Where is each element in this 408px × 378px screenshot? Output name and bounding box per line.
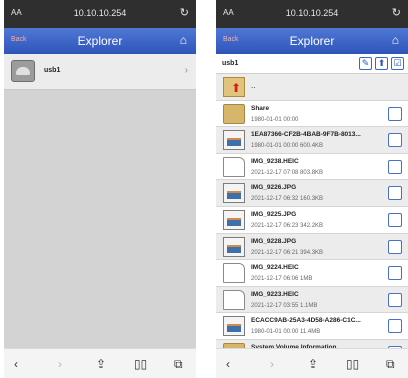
bookmarks-icon[interactable]: ▯▯ [346, 357, 359, 371]
file-meta: 2021-12-17 07:08 803.8KB [251, 169, 324, 176]
left-screen: AA 10.10.10.254 ↻ Back Explorer ⌂ usb1 ›… [4, 0, 196, 378]
parent-folder-label: .. [251, 81, 256, 90]
drive-item-usb1[interactable]: usb1 › [4, 54, 196, 90]
wrench-icon[interactable]: ✎ [359, 57, 372, 70]
right-screen: AA 10.10.10.254 ↻ Back Explorer ⌂ usb1 ✎… [216, 0, 408, 378]
share-icon[interactable]: ⇪ [96, 357, 106, 371]
parent-folder-icon: ⬆ [223, 77, 245, 97]
url-text[interactable]: 10.10.10.254 [4, 8, 196, 18]
select-checkbox[interactable] [388, 133, 402, 148]
file-meta: 2021-12-17 06:23 342.2KB [251, 222, 324, 229]
browser-address-bar[interactable]: AA 10.10.10.254 ↻ [216, 0, 408, 28]
url-text[interactable]: 10.10.10.254 [216, 8, 408, 18]
select-checkbox[interactable] [388, 292, 402, 307]
image-file-icon [223, 209, 245, 230]
file-icon [223, 289, 245, 310]
forward-arrow-icon[interactable]: › [58, 357, 62, 371]
current-path: usb1 [222, 60, 239, 67]
drive-label: usb1 [44, 67, 61, 74]
file-name: ECACC9AB-25A3-4D58-A286-C1C... [251, 317, 361, 325]
reload-icon[interactable]: ↻ [180, 6, 189, 19]
file-meta: 2021-12-17 03:55 1.1MB [251, 302, 318, 309]
image-file-icon [223, 316, 245, 337]
file-meta: 1980-01-01 00:00 [251, 116, 299, 123]
file-icon [223, 263, 245, 284]
forward-arrow-icon[interactable]: › [270, 357, 274, 371]
home-icon[interactable]: ⌂ [392, 33, 399, 47]
upload-icon[interactable]: ⬆ [375, 57, 388, 70]
file-name: IMG_9226.JPG [251, 184, 297, 192]
file-row[interactable]: IMG_9226.JPG 2021-12-17 06:32 160.3KB [216, 180, 408, 207]
share-icon[interactable]: ⇪ [308, 357, 318, 371]
edit-icon[interactable]: ☑ [391, 57, 404, 70]
file-meta: 1980-01-01 00:00 11.4MB [251, 329, 321, 336]
file-name: Share [251, 104, 270, 112]
select-checkbox[interactable] [388, 266, 402, 281]
page-title: Explorer [289, 34, 335, 48]
home-icon[interactable]: ⌂ [180, 33, 187, 47]
reload-icon[interactable]: ↻ [392, 6, 401, 19]
file-meta: 2021-12-17 06:21 394.3KB [251, 249, 324, 256]
bookmarks-icon[interactable]: ▯▯ [134, 357, 147, 371]
file-row[interactable]: IMG_9238.HEIC 2021-12-17 07:08 803.8KB [216, 153, 408, 181]
file-list: ⬆ .. Share 1980-01-01 00:00 1EA87366-CF2B-… [216, 74, 408, 367]
file-row[interactable]: Share 1980-01-01 00:00 [216, 100, 408, 128]
browser-toolbar: ‹ › ⇪ ▯▯ ⧉ [4, 348, 196, 378]
file-row[interactable]: IMG_9223.HEIC 2021-12-17 03:55 1.1MB [216, 286, 408, 314]
browser-address-bar[interactable]: AA 10.10.10.254 ↻ [4, 0, 196, 28]
file-row[interactable]: 1EA87366-CF2B-4BAB-9F7B-8013... 1980-01-0… [216, 127, 408, 154]
back-arrow-icon[interactable]: ‹ [226, 357, 230, 371]
file-meta: 1980-01-01 00:00 600.4KB [251, 143, 324, 150]
select-checkbox[interactable] [388, 212, 402, 227]
file-tools: ✎ ⬆ ☑ [356, 57, 404, 70]
file-icon [223, 156, 245, 177]
explorer-header: Back Explorer ⌂ [4, 28, 196, 54]
page-title: Explorer [77, 34, 123, 48]
file-row[interactable]: IMG_9228.JPG 2021-12-17 06:21 394.3KB [216, 233, 408, 261]
file-name: IMG_9228.JPG [251, 237, 297, 245]
file-row[interactable]: ECACC9AB-25A3-4D58-A286-C1C... 1980-01-01… [216, 313, 408, 340]
file-row[interactable]: IMG_9225.JPG 2021-12-17 06:23 342.2KB [216, 206, 408, 234]
tabs-icon[interactable]: ⧉ [174, 357, 183, 372]
file-meta: 2021-12-17 06:06 1MB [251, 276, 313, 283]
select-checkbox[interactable] [388, 239, 402, 254]
select-checkbox[interactable] [388, 186, 402, 201]
explorer-header: Back Explorer ⌂ [216, 28, 408, 54]
tabs-icon[interactable]: ⧉ [386, 357, 395, 372]
usb-drive-icon [11, 60, 35, 82]
chevron-right-icon: › [184, 65, 188, 76]
path-bar: usb1 ✎ ⬆ ☑ [216, 54, 408, 74]
back-arrow-icon[interactable]: ‹ [14, 357, 18, 371]
browser-toolbar: ‹ › ⇪ ▯▯ ⧉ [216, 348, 408, 378]
select-checkbox[interactable] [388, 106, 402, 121]
image-file-icon [223, 183, 245, 204]
image-file-icon [223, 236, 245, 257]
file-meta: 2021-12-17 06:32 160.3KB [251, 196, 324, 203]
file-name: IMG_9238.HEIC [251, 157, 299, 165]
drive-list: usb1 › [4, 54, 196, 348]
select-checkbox[interactable] [388, 319, 402, 334]
file-row[interactable]: IMG_9224.HEIC 2021-12-17 06:06 1MB [216, 260, 408, 287]
parent-folder-row[interactable]: ⬆ .. [216, 74, 408, 101]
file-name: IMG_9224.HEIC [251, 264, 299, 272]
file-name: IMG_9223.HEIC [251, 290, 299, 298]
folder-icon [223, 103, 245, 124]
file-name: 1EA87366-CF2B-4BAB-9F7B-8013... [251, 131, 361, 139]
image-file-icon [223, 130, 245, 151]
file-name: IMG_9225.JPG [251, 210, 297, 218]
select-checkbox[interactable] [388, 159, 402, 174]
